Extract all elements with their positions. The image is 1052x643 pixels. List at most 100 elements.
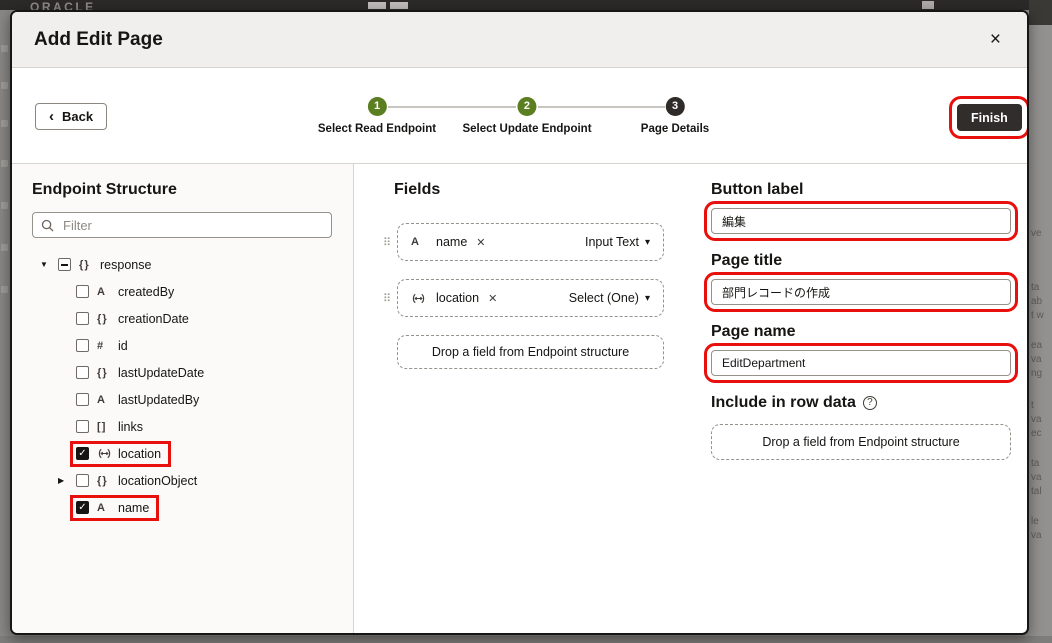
fields-dropzone[interactable]: Drop a field from Endpoint structure	[397, 335, 664, 369]
step-number-badge: 2	[517, 97, 536, 116]
field-control-value: Input Text	[585, 235, 639, 249]
tree-item-creationDate[interactable]: { } creationDate	[58, 305, 353, 332]
endpoint-structure-panel: Endpoint Structure ▼ { } response A crea…	[12, 164, 354, 633]
background-footer	[0, 636, 1052, 643]
background-fragment: ea	[1031, 340, 1042, 351]
string-type-icon: A	[97, 502, 115, 514]
background-avatar	[922, 1, 934, 9]
tree-item-label: location	[118, 447, 161, 461]
tree-item-label: locationObject	[118, 474, 197, 488]
help-icon[interactable]: ?	[863, 396, 877, 410]
tree-item-lastUpdateDate[interactable]: { } lastUpdateDate	[58, 359, 353, 386]
field-control-select[interactable]: Input Text ▾	[585, 235, 650, 249]
tree-item-checkbox[interactable]	[76, 420, 89, 433]
page-name-heading: Page name	[711, 323, 1001, 341]
search-icon	[41, 219, 54, 232]
background-fragment: ve	[1031, 228, 1042, 239]
number-type-icon: #	[97, 340, 115, 352]
page-title-input[interactable]	[711, 279, 1011, 305]
page-name-group: Page name	[711, 323, 1001, 376]
filter-input[interactable]	[61, 217, 323, 234]
drag-handle-icon[interactable]: ⠿	[381, 292, 393, 305]
background-toolbar-icon	[1, 82, 8, 89]
background-fragment: le	[1031, 516, 1039, 527]
background-fragment: va	[1031, 414, 1042, 425]
tree-item-checkbox[interactable]	[76, 339, 89, 352]
tree-item-lastUpdatedBy[interactable]: A lastUpdatedBy	[58, 386, 353, 413]
tree-item-response[interactable]: ▼ { } response	[40, 251, 353, 278]
link-icon	[411, 293, 429, 304]
tree-item-label: name	[118, 501, 149, 515]
filter-field[interactable]	[32, 212, 332, 238]
background-tab	[390, 2, 408, 9]
stepper-step-select-update-endpoint[interactable]: 2 Select Update Endpoint	[462, 97, 591, 135]
string-type-icon: A	[97, 286, 115, 298]
tree-item-checkbox[interactable]	[76, 366, 89, 379]
tree-item-createdBy[interactable]: A createdBy	[58, 278, 353, 305]
row-data-dropzone[interactable]: Drop a field from Endpoint structure	[711, 424, 1011, 460]
fields-panel: Fields ⠿ A name ✕ Input Text ▾	[354, 164, 701, 633]
tree-item-id[interactable]: # id	[58, 332, 353, 359]
tree-item-location[interactable]: ✓ location	[58, 440, 353, 467]
fields-heading: Fields	[394, 181, 701, 199]
endpoint-structure-heading: Endpoint Structure	[32, 181, 353, 199]
background-toolbar-icon	[1, 286, 8, 293]
dialog-title: Add Edit Page	[34, 29, 986, 51]
string-type-icon: A	[411, 236, 429, 248]
background-fragment: va	[1031, 472, 1042, 483]
array-type-icon: [ ]	[97, 421, 115, 433]
stepper-step-select-read-endpoint[interactable]: 1 Select Read Endpoint	[318, 97, 436, 135]
background-left-toolbar	[0, 10, 10, 636]
background-toolbar-icon	[1, 202, 8, 209]
page-title-group: Page title	[711, 252, 1001, 305]
step-number-badge: 1	[368, 97, 387, 116]
chevron-left-icon: ‹	[49, 108, 54, 125]
dialog-body: Endpoint Structure ▼ { } response A crea…	[12, 164, 1027, 633]
tree-item-label: response	[100, 258, 151, 272]
expand-toggle-icon[interactable]: ▼	[40, 260, 56, 269]
background-fragment: ng	[1031, 368, 1042, 379]
tree-item-checkbox[interactable]: ✓	[76, 447, 89, 460]
background-fragment: ec	[1031, 428, 1042, 439]
link-icon	[97, 448, 115, 459]
wizard-toolbar: ‹ Back 1 Select Read Endpoint 2 Select U…	[12, 68, 1027, 164]
tree-item-checkbox[interactable]	[76, 474, 89, 487]
background-fragment: t	[1031, 400, 1034, 411]
remove-field-icon[interactable]: ✕	[476, 236, 485, 249]
background-toolbar-icon	[1, 160, 8, 167]
background-fragment: ta	[1031, 282, 1039, 293]
link-icon	[97, 448, 112, 459]
field-control-select[interactable]: Select (One) ▾	[569, 291, 650, 305]
button-label-heading: Button label	[711, 181, 1001, 199]
background-fragment: ab	[1031, 296, 1042, 307]
expand-toggle-icon[interactable]: ▶	[58, 476, 74, 485]
tree-item-label: lastUpdatedBy	[118, 393, 199, 407]
stepper-step-page-details[interactable]: 3 Page Details	[641, 97, 709, 135]
background-app-header: ORACLE	[0, 0, 1052, 10]
button-label-input[interactable]	[711, 208, 1011, 234]
drag-handle-icon[interactable]: ⠿	[381, 236, 393, 249]
tree-item-checkbox[interactable]	[76, 312, 89, 325]
tree-item-locationObject[interactable]: ▶ { } locationObject	[58, 467, 353, 494]
background-toolbar-icon	[1, 244, 8, 251]
tree-item-name[interactable]: ✓ A name	[58, 494, 353, 521]
tree-item-links[interactable]: [ ] links	[58, 413, 353, 440]
back-button[interactable]: ‹ Back	[35, 103, 107, 130]
step-label: Page Details	[641, 123, 709, 135]
tree-item-checkbox[interactable]: ✓	[76, 501, 89, 514]
tree-item-checkbox[interactable]	[58, 258, 71, 271]
background-fragment: t w	[1031, 310, 1044, 321]
button-label-group: Button label	[711, 181, 1001, 234]
tree-item-label: createdBy	[118, 285, 174, 299]
field-card-location[interactable]: location ✕ Select (One) ▾	[397, 279, 664, 317]
finish-button[interactable]: Finish	[957, 104, 1022, 131]
tree-item-label: lastUpdateDate	[118, 366, 204, 380]
field-name: name	[436, 235, 467, 249]
tree-item-checkbox[interactable]	[76, 285, 89, 298]
close-icon[interactable]: ×	[986, 28, 1005, 51]
tree-item-checkbox[interactable]	[76, 393, 89, 406]
page-name-input[interactable]	[711, 350, 1011, 376]
remove-field-icon[interactable]: ✕	[488, 292, 497, 305]
field-row-name: ⠿ A name ✕ Input Text ▾	[381, 223, 701, 261]
field-card-name[interactable]: A name ✕ Input Text ▾	[397, 223, 664, 261]
